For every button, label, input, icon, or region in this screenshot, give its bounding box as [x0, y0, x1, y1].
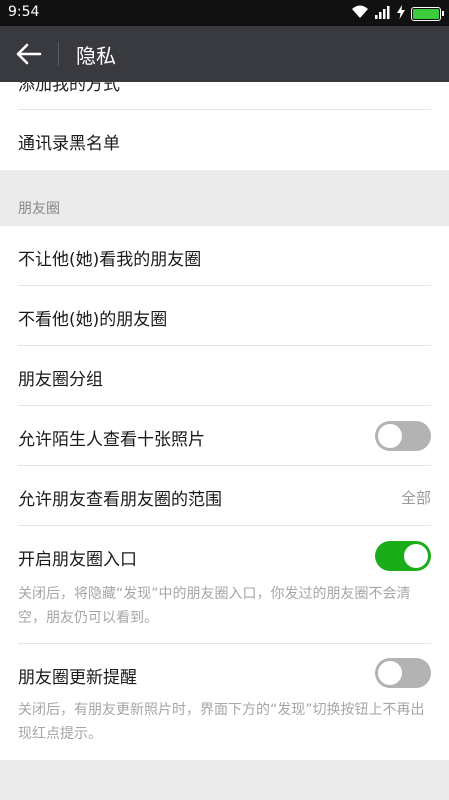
nav-divider	[58, 42, 59, 66]
toggle-knob	[404, 544, 428, 568]
moments-section-header: 朋友圈	[0, 170, 449, 226]
status-icons	[351, 5, 444, 23]
add-me-methods-row[interactable]: 添加我的方式	[0, 82, 449, 110]
moments-update-reminder-row: 朋友圈更新提醒 关闭后，有朋友更新照片时，界面下方的“发现”切换按钮上不再出现红…	[0, 644, 449, 760]
charging-icon	[397, 5, 405, 23]
enable-moments-entry-label: 开启朋友圈入口	[18, 550, 137, 570]
stranger-ten-photos-row: 允许陌生人查看十张照片	[0, 406, 449, 466]
toggle-knob	[378, 661, 402, 685]
moments-update-reminder-description: 关闭后，有朋友更新照片时，界面下方的“发现”切换按钮上不再出现红点提示。	[18, 702, 425, 742]
toggle-knob	[378, 424, 402, 448]
friends-range-row[interactable]: 允许朋友查看朋友圈的范围 全部	[0, 466, 449, 526]
stranger-ten-photos-toggle[interactable]	[375, 421, 431, 451]
moments-update-reminder-toggle[interactable]	[375, 658, 431, 688]
moments-update-reminder-label: 朋友圈更新提醒	[18, 668, 137, 688]
hide-their-moments-row[interactable]: 不看他(她)的朋友圈	[0, 286, 449, 346]
bottom-spacer	[0, 760, 449, 800]
moments-groups-row[interactable]: 朋友圈分组	[0, 346, 449, 406]
status-time: 9:54	[8, 4, 40, 20]
friends-range-value: 全部	[400, 489, 431, 507]
stranger-ten-photos-label: 允许陌生人查看十张照片	[18, 430, 205, 450]
block-them-row[interactable]: 不让他(她)看我的朋友圈	[0, 226, 449, 286]
page-title: 隐私	[76, 44, 116, 68]
moments-section-title: 朋友圈	[18, 201, 60, 217]
battery-icon	[411, 7, 444, 21]
arrow-left-icon	[14, 43, 44, 72]
blacklist-label: 通讯录黑名单	[18, 134, 120, 154]
moments-groups-label: 朋友圈分组	[18, 370, 103, 390]
enable-moments-entry-description: 关闭后，将隐藏“发现”中的朋友圈入口，你发过的朋友圈不会清空，朋友仍可以看到。	[18, 586, 411, 626]
add-me-methods-label: 添加我的方式	[18, 82, 120, 95]
signal-icon	[375, 5, 391, 23]
back-button[interactable]	[14, 40, 44, 68]
block-them-label: 不让他(她)看我的朋友圈	[18, 250, 202, 270]
friends-range-label: 允许朋友查看朋友圈的范围	[18, 490, 222, 510]
blacklist-row[interactable]: 通讯录黑名单	[0, 110, 449, 170]
status-bar: 9:54	[0, 0, 449, 26]
wifi-icon	[351, 5, 369, 23]
hide-their-moments-label: 不看他(她)的朋友圈	[18, 310, 168, 330]
nav-bar: 隐私	[0, 26, 449, 82]
enable-moments-entry-toggle[interactable]	[375, 541, 431, 571]
enable-moments-entry-row: 开启朋友圈入口 关闭后，将隐藏“发现”中的朋友圈入口，你发过的朋友圈不会清空，朋…	[0, 526, 449, 644]
